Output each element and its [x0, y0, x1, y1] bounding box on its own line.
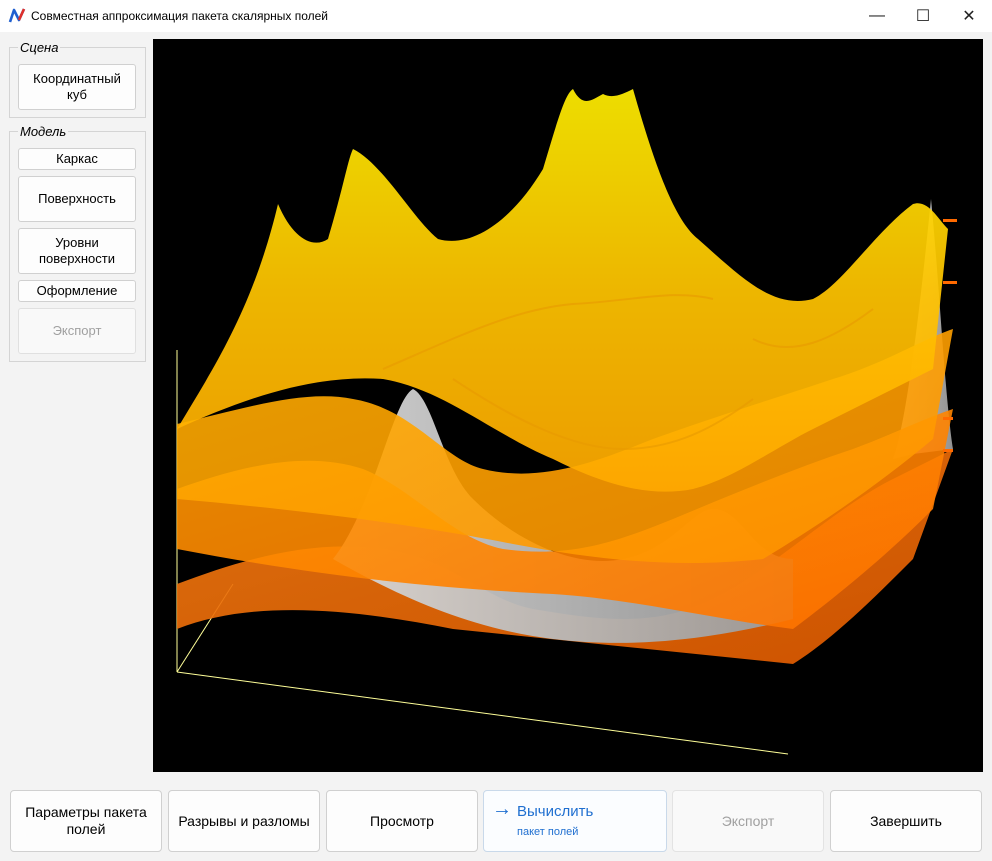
appearance-button[interactable]: Оформление [18, 280, 136, 302]
field-package-params-button[interactable]: Параметры пакета полей [10, 790, 162, 852]
minimize-icon: — [869, 7, 885, 24]
arrow-right-icon: → [492, 798, 512, 820]
faults-button[interactable]: Разрывы и разломы [168, 790, 320, 852]
3d-viewport[interactable] [153, 39, 983, 772]
close-button[interactable]: ✕ [946, 0, 992, 32]
surface-render [176, 89, 957, 755]
compute-label: Вычислить [517, 803, 594, 820]
compute-button[interactable]: → Вычислить пакет полей [483, 790, 667, 852]
title-bar: Совместная аппроксимация пакета скалярны… [0, 0, 992, 32]
scene-group-label: Сцена [18, 40, 61, 55]
surface-levels-button[interactable]: Уровни поверхности [18, 228, 136, 274]
wireframe-button[interactable]: Каркас [18, 148, 136, 170]
compute-sublabel: пакет полей [517, 826, 579, 838]
close-icon: ✕ [962, 8, 976, 25]
finish-button[interactable]: Завершить [830, 790, 982, 852]
app-logo-icon [8, 8, 26, 23]
model-export-button[interactable]: Экспорт [18, 308, 136, 354]
maximize-icon: ☐ [915, 8, 931, 25]
minimize-button[interactable]: — [854, 0, 900, 32]
export-button[interactable]: Экспорт [672, 790, 824, 852]
view-button[interactable]: Просмотр [326, 790, 478, 852]
model-group-label: Модель [18, 124, 69, 139]
coordinate-cube-button[interactable]: Координатный куб [18, 64, 136, 110]
window-title: Совместная аппроксимация пакета скалярны… [31, 9, 329, 23]
maximize-button[interactable]: ☐ [900, 0, 946, 32]
surface-button[interactable]: Поверхность [18, 176, 136, 222]
